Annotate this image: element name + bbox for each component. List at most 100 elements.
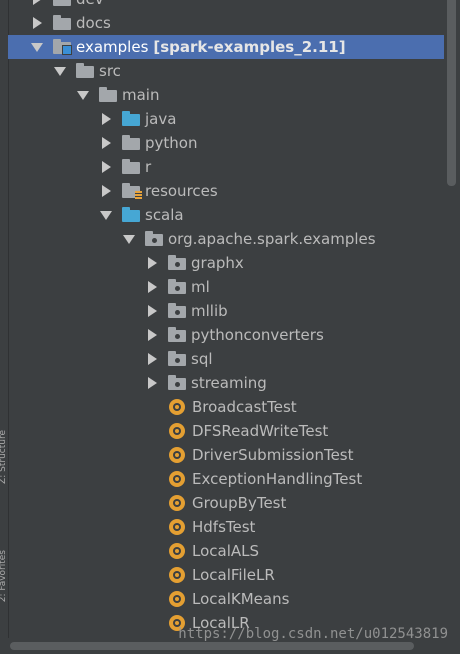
vertical-scrollbar-thumb[interactable] (447, 0, 456, 186)
package-icon (168, 375, 186, 391)
tree-node-label: ml (191, 278, 210, 296)
package-icon (168, 303, 186, 319)
tree-node-src[interactable]: src (8, 59, 444, 83)
module-name-suffix: [spark-examples_2.11] (153, 38, 346, 56)
package-icon (168, 327, 186, 343)
chevron-right-icon[interactable] (145, 352, 159, 366)
chevron-right-icon[interactable] (30, 0, 44, 6)
project-tree[interactable]: devdocsexamples[spark-examples_2.11]srcm… (8, 0, 444, 638)
tree-node-ml[interactable]: ml (8, 275, 444, 299)
scala-object-icon (169, 447, 185, 463)
tree-node-LocalALS[interactable]: LocalALS (8, 539, 444, 563)
scala-object-icon (169, 471, 185, 487)
tree-node-label: graphx (191, 254, 244, 272)
folder-icon (53, 0, 71, 7)
tree-node-mllib[interactable]: mllib (8, 299, 444, 323)
tree-node-label: ExceptionHandlingTest (192, 470, 363, 488)
folder-icon (53, 15, 71, 31)
tree-node-GroupByTest[interactable]: GroupByTest (8, 491, 444, 515)
horizontal-scrollbar-thumb[interactable] (10, 642, 414, 650)
tree-node-resources[interactable]: resources (8, 179, 444, 203)
tree-node-r[interactable]: r (8, 155, 444, 179)
tree-node-docs[interactable]: docs (8, 11, 444, 35)
scala-object-icon (169, 495, 185, 511)
chevron-down-icon[interactable] (122, 232, 136, 246)
tree-node-BroadcastTest[interactable]: BroadcastTest (8, 395, 444, 419)
tree-node-label: main (122, 86, 160, 104)
tree-node-label: DriverSubmissionTest (192, 446, 354, 464)
tree-node-label: LocalFileLR (192, 566, 275, 584)
chevron-right-icon[interactable] (145, 376, 159, 390)
tree-node-label: HdfsTest (192, 518, 256, 536)
tree-node-label: GroupByTest (192, 494, 287, 512)
tree-node-label: python (145, 134, 198, 152)
tree-node-dev[interactable]: dev (8, 0, 444, 11)
tree-node-sql[interactable]: sql (8, 347, 444, 371)
module-folder-icon (53, 39, 72, 55)
tree-node-org-apache-spark-examples[interactable]: org.apache.spark.examples (8, 227, 444, 251)
tree-node-label: sql (191, 350, 213, 368)
scala-object-icon (169, 399, 185, 415)
vertical-scrollbar[interactable] (444, 0, 460, 638)
tree-node-label: resources (145, 182, 218, 200)
tree-node-label: r (145, 158, 152, 176)
package-icon (168, 279, 186, 295)
scala-object-icon (169, 519, 185, 535)
tree-node-LocalFileLR[interactable]: LocalFileLR (8, 563, 444, 587)
watermark: https://blog.csdn.net/u012543819 (178, 626, 448, 642)
folder-icon (122, 135, 140, 151)
chevron-down-icon[interactable] (99, 208, 113, 222)
tree-node-label: java (145, 110, 177, 128)
scala-object-icon (169, 591, 185, 607)
chevron-right-icon[interactable] (30, 16, 44, 30)
tree-node-label: org.apache.spark.examples (168, 230, 376, 248)
tree-node-label: streaming (191, 374, 267, 392)
tree-node-java[interactable]: java (8, 107, 444, 131)
folder-icon (99, 87, 117, 103)
folder-icon (76, 63, 94, 79)
tree-node-python[interactable]: python (8, 131, 444, 155)
package-icon (145, 231, 163, 247)
tree-node-label: dev (76, 0, 104, 8)
scala-object-icon (169, 543, 185, 559)
tree-node-label: LocalKMeans (192, 590, 290, 608)
tree-node-examples[interactable]: examples [spark-examples_2.11] (8, 35, 444, 59)
tree-node-pythonconverters[interactable]: pythonconverters (8, 323, 444, 347)
tree-node-label: DFSReadWriteTest (192, 422, 329, 440)
tree-node-label: examples (76, 38, 149, 56)
tree-node-label: scala (145, 206, 184, 224)
chevron-down-icon[interactable] (30, 40, 44, 54)
tree-node-DFSReadWriteTest[interactable]: DFSReadWriteTest (8, 419, 444, 443)
chevron-right-icon[interactable] (145, 328, 159, 342)
chevron-down-icon[interactable] (53, 64, 67, 78)
tree-node-label: src (99, 62, 121, 80)
tree-node-label: BroadcastTest (192, 398, 297, 416)
package-icon (168, 255, 186, 271)
source-folder-icon (122, 111, 140, 127)
scala-object-icon (169, 567, 185, 583)
source-folder-icon (122, 207, 140, 223)
resources-folder-icon (122, 183, 142, 199)
chevron-down-icon[interactable] (76, 88, 90, 102)
tree-node-LocalKMeans[interactable]: LocalKMeans (8, 587, 444, 611)
scala-object-icon (169, 423, 185, 439)
tree-node-label: pythonconverters (191, 326, 324, 344)
chevron-right-icon[interactable] (99, 136, 113, 150)
tree-node-main[interactable]: main (8, 83, 444, 107)
tree-node-DriverSubmissionTest[interactable]: DriverSubmissionTest (8, 443, 444, 467)
package-icon (168, 351, 186, 367)
tree-node-label: mllib (191, 302, 228, 320)
chevron-right-icon[interactable] (145, 304, 159, 318)
tree-node-scala[interactable]: scala (8, 203, 444, 227)
chevron-right-icon[interactable] (99, 184, 113, 198)
tree-node-HdfsTest[interactable]: HdfsTest (8, 515, 444, 539)
tree-node-label: LocalALS (192, 542, 260, 560)
folder-icon (122, 159, 140, 175)
chevron-right-icon[interactable] (145, 256, 159, 270)
chevron-right-icon[interactable] (99, 160, 113, 174)
chevron-right-icon[interactable] (99, 112, 113, 126)
tree-node-ExceptionHandlingTest[interactable]: ExceptionHandlingTest (8, 467, 444, 491)
tree-node-graphx[interactable]: graphx (8, 251, 444, 275)
chevron-right-icon[interactable] (145, 280, 159, 294)
tree-node-streaming[interactable]: streaming (8, 371, 444, 395)
